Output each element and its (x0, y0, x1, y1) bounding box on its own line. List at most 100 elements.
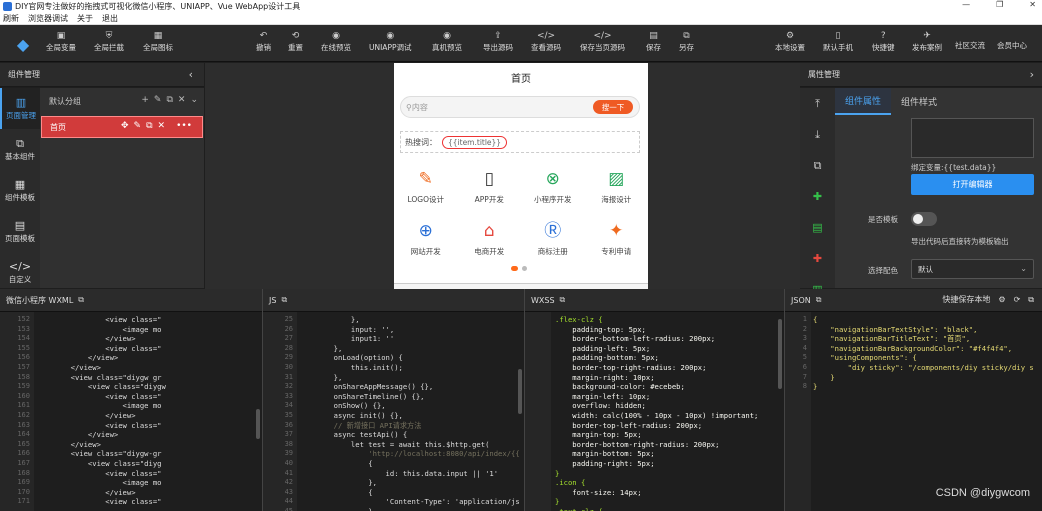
theme-select[interactable]: 默认 ⌄ (911, 259, 1034, 279)
phone-page-title: 首页 (511, 73, 531, 85)
save-button[interactable]: ▤ 保存 (646, 31, 661, 53)
uniapp-debug-button[interactable]: ◉ UNIAPP调试 (369, 31, 412, 53)
wxml-code-editor[interactable]: <view class=" <image mo </view> <view cl… (36, 312, 258, 511)
save-page-source-button[interactable]: </> 保存当页源码 (580, 31, 625, 53)
shortcut-button[interactable]: ? 快捷键 (872, 31, 895, 53)
publish-case-button[interactable]: ✈ 发布案例 (912, 31, 942, 53)
rail-basic-components[interactable]: ⧉ 基本组件 (0, 129, 40, 170)
rail-page-templates[interactable]: ▤ 页面模板 (0, 211, 40, 252)
property-textarea[interactable] (911, 118, 1034, 158)
wxml-scrollbar[interactable] (256, 409, 260, 439)
refresh-icon[interactable]: ⟳ (1014, 295, 1021, 304)
plugin-remove-icon[interactable]: ✚ (800, 243, 835, 274)
local-settings-button[interactable]: ⚙ 本地设置 (775, 31, 805, 53)
search-component[interactable]: ⚲ 内容 搜一下 (400, 96, 640, 118)
wxss-code-editor[interactable]: .flex-clz { padding-top: 5px; border-bot… (555, 312, 780, 511)
close-icon[interactable]: ✕ (178, 95, 186, 105)
grid-item-website-dev[interactable]: ⊕ 网站开发 (394, 213, 458, 261)
hot-search-component[interactable]: 热搜词： {{item.title}} (400, 131, 640, 153)
page-item-home[interactable]: 首页 ✥ ✎ ⧉ ✕ ••• (41, 116, 203, 138)
document-icon[interactable]: ▤ (800, 212, 835, 243)
community-link[interactable]: 社区交流 (955, 40, 985, 51)
miniprogram-icon: ⊗ (545, 169, 560, 189)
gear-icon[interactable]: ⚙ (998, 295, 1005, 304)
code-line: </view> (36, 430, 119, 440)
code-line: margin-right: 10px; (555, 372, 655, 382)
move-icon[interactable]: ✥ (121, 121, 129, 131)
copy-icon[interactable]: ⧉ (281, 295, 287, 305)
member-center-link[interactable]: 会员中心 (997, 40, 1027, 51)
menu-about[interactable]: 关于 (77, 13, 93, 24)
export-source-button[interactable]: ⇪ 导出源码 (483, 31, 513, 53)
tab-component-style[interactable]: 组件样式 (891, 88, 947, 115)
quick-save-local-button[interactable]: 快捷保存本地 (942, 294, 990, 305)
chevron-down-icon[interactable]: ⌄ (190, 95, 198, 105)
icon-grid[interactable]: ✎ LOGO设计 ▯ APP开发 ⊗ 小程序开发 ▨ 海报设计 ⊕ 网站开发 ⌂ 电商开发 … (394, 161, 648, 261)
open-editor-button[interactable]: 打开编辑器 (911, 174, 1034, 195)
copy-icon[interactable]: ⧉ (816, 295, 822, 305)
online-preview-button[interactable]: ◉ 在线预览 (321, 31, 351, 53)
copy-component-icon[interactable]: ⧉ (800, 150, 835, 181)
global-icon-button[interactable]: ▦ 全局图标 (143, 31, 173, 53)
edit-icon[interactable]: ✎ (154, 95, 162, 105)
custom-code-icon: </> (8, 260, 32, 273)
copy-icon[interactable]: ⧉ (560, 295, 566, 305)
rail-page-manager[interactable]: ▥ 页面管理 (0, 88, 40, 129)
json-code-editor[interactable]: { "navigationBarTextStyle": "black", "na… (813, 312, 1038, 511)
menu-exit[interactable]: 退出 (102, 13, 118, 24)
move-top-icon[interactable]: ⤒ (800, 88, 835, 119)
add-icon[interactable]: + (141, 95, 149, 105)
code-line: width: calc(100% - 10px - 10px) !importa… (555, 410, 759, 420)
copy-icon[interactable]: ⧉ (78, 295, 84, 305)
grid-item-trademark[interactable]: Ⓡ 商标注册 (521, 213, 585, 261)
wxss-scrollbar[interactable] (778, 319, 782, 389)
page-group-row[interactable]: 默认分组 + ✎ ⧉ ✕ ⌄ (40, 88, 204, 115)
edit-icon[interactable]: ✎ (134, 121, 142, 131)
global-variable-button[interactable]: ▣ 全局变量 (46, 31, 76, 53)
collapse-left-chevron-icon[interactable]: ‹ (189, 68, 193, 81)
app-window: DIY官网专注做好的拖拽式可视化微信小程序、UNIAPP、Vue WebApp设… (0, 0, 1042, 511)
close-button[interactable]: ✕ (1029, 0, 1036, 9)
copy-icon[interactable]: ⧉ (1028, 295, 1034, 305)
more-icon[interactable]: ••• (176, 121, 192, 131)
device-preview-button[interactable]: ◉ 真机预览 (432, 31, 462, 53)
copy-icon[interactable]: ⧉ (166, 95, 172, 105)
menu-browser-debug[interactable]: 浏览器调试 (28, 13, 68, 24)
copy-icon[interactable]: ⧉ (146, 121, 152, 131)
menu-refresh[interactable]: 刷新 (3, 13, 19, 24)
view-source-button[interactable]: </> 查看源码 (531, 31, 561, 53)
tab-component-props[interactable]: 组件属性 (835, 88, 892, 115)
minimize-button[interactable]: — (962, 0, 970, 9)
code-line: <view class=" (36, 420, 162, 430)
collapse-right-chevron-icon[interactable]: › (1030, 68, 1034, 81)
component-manager-title: 组件管理 (8, 70, 40, 79)
save-as-button[interactable]: ⧉ 另存 (679, 31, 694, 53)
grid-item-ecommerce-dev[interactable]: ⌂ 电商开发 (458, 213, 522, 261)
grid-item-patent[interactable]: ✦ 专利申请 (585, 213, 649, 261)
grid-item-logo-design[interactable]: ✎ LOGO设计 (394, 161, 458, 213)
code-line: this.init(); (299, 362, 403, 372)
code-line: <image mo (36, 478, 162, 488)
template-toggle[interactable] (911, 212, 937, 226)
reset-button[interactable]: ⟲ 重置 (288, 31, 303, 53)
code-line: </view> (36, 439, 101, 449)
js-code-editor[interactable]: }, input: '', input1: '' }, onLoad(optio… (299, 312, 520, 511)
global-intercept-button[interactable]: ⛨ 全局拦截 (94, 31, 124, 53)
js-scrollbar[interactable] (518, 369, 522, 414)
close-icon[interactable]: ✕ (158, 121, 166, 131)
grid-item-app-dev[interactable]: ▯ APP开发 (458, 161, 522, 213)
grid-item-poster-design[interactable]: ▨ 海报设计 (585, 161, 649, 213)
rail-component-templates[interactable]: ▦ 组件模板 (0, 170, 40, 211)
default-phone-button[interactable]: ▯ 默认手机 (823, 31, 853, 53)
property-manager-title: 属性管理 (808, 70, 840, 79)
rail-custom[interactable]: </> 自定义 (0, 252, 40, 293)
search-button[interactable]: 搜一下 (593, 100, 633, 114)
code-line: padding-top: 5px; (555, 324, 646, 334)
undo-button[interactable]: ↶ 撤销 (256, 31, 271, 53)
phone-icon: ▯ (835, 31, 841, 41)
grid-item-miniprogram-dev[interactable]: ⊗ 小程序开发 (521, 161, 585, 213)
move-bottom-icon[interactable]: ⤓ (800, 119, 835, 150)
plugin-add-icon[interactable]: ✚ (800, 181, 835, 212)
hot-search-tag[interactable]: {{item.title}} (442, 135, 508, 149)
restore-button[interactable]: ❐ (996, 0, 1003, 9)
